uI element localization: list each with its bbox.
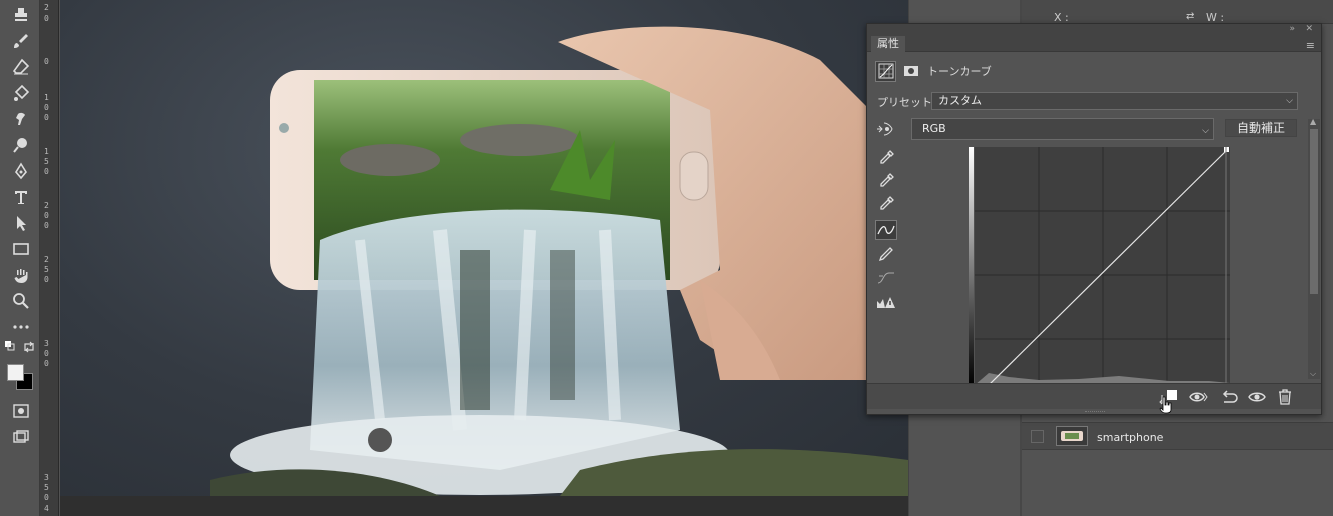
chevron-down-icon: ⌵ — [1202, 126, 1209, 136]
layer-row[interactable]: smartphone — [1022, 422, 1333, 450]
hand-cursor-icon — [1159, 396, 1173, 418]
ruler-label: 2 — [44, 201, 49, 210]
layer-thumbnail — [1056, 426, 1088, 446]
rectangle-icon[interactable] — [10, 238, 32, 260]
eraser-icon[interactable] — [10, 56, 32, 78]
vertical-ruler: 2 0 0 1 0 0 1 5 0 2 0 0 2 5 0 3 0 0 3 5 … — [40, 0, 59, 516]
curve-edit-icon[interactable] — [875, 220, 897, 240]
pen-icon[interactable] — [10, 160, 32, 182]
visibility-icon[interactable] — [1245, 386, 1269, 408]
canvas-artwork — [210, 26, 908, 496]
ruler-label: 5 — [44, 265, 49, 274]
view-previous-icon[interactable] — [1187, 386, 1211, 408]
canvas-status-strip — [60, 496, 910, 516]
smudge-icon[interactable] — [10, 108, 32, 130]
more-icon[interactable] — [10, 316, 32, 338]
tools-panel — [0, 0, 40, 516]
clipping-warning-icon[interactable] — [875, 292, 897, 312]
quick-mask-icon[interactable] — [10, 400, 32, 422]
scroll-down-icon[interactable]: ⌵ — [1310, 369, 1316, 379]
ruler-label: 0 — [44, 275, 49, 284]
ruler-label: 0 — [44, 14, 49, 23]
screen-mode-icon[interactable] — [10, 426, 32, 448]
chevron-down-icon: ⌵ — [1286, 96, 1293, 106]
zoom-icon[interactable] — [10, 290, 32, 312]
transform-bar: X : ⇄ W : — [1022, 0, 1333, 24]
layer-visibility-checkbox[interactable] — [1031, 430, 1044, 443]
tab-properties[interactable]: 属性 — [871, 36, 905, 52]
trash-icon[interactable] — [1273, 386, 1297, 408]
ruler-label: 2 — [44, 3, 49, 12]
adjustment-name: トーンカーブ — [927, 65, 992, 78]
ruler-label: 0 — [44, 113, 49, 122]
preset-dropdown[interactable]: カスタム ⌵ — [931, 92, 1298, 110]
ruler-label: 5 — [44, 157, 49, 166]
panel-bottom-bar — [867, 383, 1321, 414]
smooth-curve-icon[interactable] — [875, 268, 897, 288]
panel-title-strip: » ✕ — [867, 24, 1321, 36]
ruler-label: 1 — [44, 147, 49, 156]
channel-value: RGB — [922, 122, 946, 135]
history-brush-icon[interactable] — [10, 30, 32, 52]
pencil-icon[interactable] — [875, 244, 897, 264]
panel-tabbar: 属性 ≡ — [867, 36, 1321, 52]
reset-icon[interactable] — [1217, 386, 1241, 408]
paint-bucket-icon[interactable] — [10, 82, 32, 104]
path-select-icon[interactable] — [10, 212, 32, 234]
panel-menu-icon[interactable]: ≡ — [1306, 39, 1315, 52]
ruler-label: 2 — [44, 255, 49, 264]
ruler-label: 0 — [44, 221, 49, 230]
ruler-label: 0 — [44, 359, 49, 368]
panel-resize-grip[interactable] — [1085, 411, 1105, 414]
default-colors-icon[interactable] — [4, 340, 18, 354]
gray-point-eyedropper-icon[interactable] — [875, 171, 897, 191]
scroll-up-icon[interactable]: ▲ — [1310, 117, 1316, 126]
link-arrow-icon: ⇄ — [1186, 11, 1195, 22]
swap-colors-icon[interactable] — [22, 340, 36, 354]
white-point-eyedropper-icon[interactable] — [875, 194, 897, 214]
ruler-label: 0 — [44, 167, 49, 176]
dodge-icon[interactable] — [10, 134, 32, 156]
stamp-icon[interactable] — [10, 4, 32, 26]
output-gradient-ramp — [969, 147, 974, 385]
properties-panel: » ✕ 属性 ≡ トーンカーブ プリセット： カスタム ⌵ RGB ⌵ 自動補正… — [866, 23, 1322, 415]
ruler-label: 1 — [44, 93, 49, 102]
curves-adjustment-icon[interactable] — [875, 60, 896, 82]
ruler-label: 0 — [44, 349, 49, 358]
black-point-eyedropper-icon[interactable] — [875, 148, 897, 168]
ruler-label: 0 — [44, 493, 49, 502]
scroll-thumb[interactable] — [1310, 129, 1318, 294]
ruler-label: 0 — [44, 211, 49, 220]
foreground-color-swatch[interactable] — [7, 364, 24, 381]
mask-icon[interactable] — [900, 61, 921, 82]
document-canvas[interactable] — [60, 0, 908, 496]
type-icon[interactable] — [10, 186, 32, 208]
ruler-label: 3 — [44, 473, 49, 482]
hand-icon[interactable] — [10, 264, 32, 286]
curves-graph[interactable] — [969, 147, 1230, 386]
ruler-label: 4 — [44, 504, 49, 513]
panel-scrollbar[interactable]: ▲ ⌵ — [1308, 117, 1320, 379]
close-icon[interactable]: ✕ — [1305, 24, 1313, 34]
ruler-label: 0 — [44, 57, 49, 66]
ruler-label: 0 — [44, 103, 49, 112]
adjustment-header: トーンカーブ — [875, 59, 992, 83]
layer-name: smartphone — [1097, 431, 1164, 444]
ruler-label: 3 — [44, 339, 49, 348]
collapse-icon[interactable]: » — [1289, 24, 1295, 34]
auto-button[interactable]: 自動補正 — [1225, 119, 1297, 137]
ruler-label: 5 — [44, 483, 49, 492]
on-image-adjust-icon[interactable] — [875, 120, 895, 138]
preset-value: カスタム — [938, 94, 982, 107]
channel-dropdown[interactable]: RGB ⌵ — [911, 118, 1214, 140]
